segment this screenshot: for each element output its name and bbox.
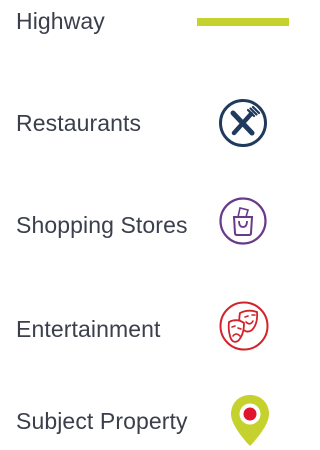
highway-line-swatch (197, 18, 289, 26)
legend-label-restaurants: Restaurants (16, 110, 142, 136)
shopping-bag-icon (219, 197, 267, 245)
legend-item-highway: Highway (0, 0, 302, 60)
theater-masks-icon (219, 301, 269, 351)
legend-item-shopping-stores: Shopping Stores (0, 193, 302, 253)
legend-item-entertainment: Entertainment (0, 300, 302, 360)
legend-label-entertainment: Entertainment (16, 316, 161, 342)
fork-knife-icon (219, 99, 267, 147)
legend-label-highway: Highway (16, 8, 105, 34)
legend-label-shopping-stores: Shopping Stores (16, 212, 188, 238)
legend-item-subject-property: Subject Property (0, 380, 302, 446)
map-legend: Highway Restaurants Shopping Stores Ente… (0, 0, 302, 446)
map-pin-icon (231, 395, 269, 446)
legend-label-subject-property: Subject Property (16, 408, 188, 434)
legend-item-restaurants: Restaurants (0, 90, 302, 150)
